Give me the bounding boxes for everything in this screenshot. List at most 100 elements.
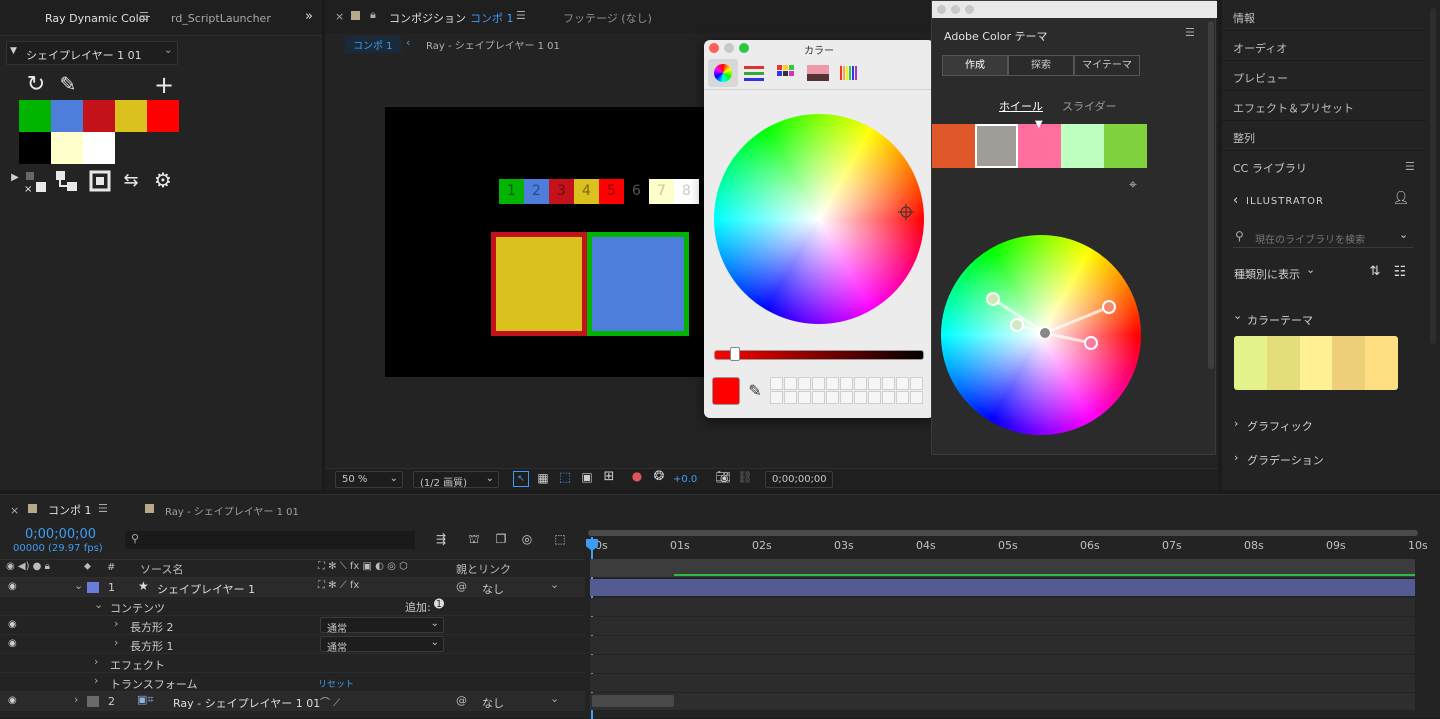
view-by-type[interactable]: 種類別に表示: [1234, 266, 1300, 282]
sort-icon[interactable]: ⇅: [1367, 264, 1383, 279]
viewer-timecode[interactable]: 0;00;00;00: [765, 471, 833, 488]
effects-label[interactable]: エフェクト: [110, 657, 165, 673]
swap-icon[interactable]: ⇆: [120, 170, 142, 191]
empty-swatch-cell[interactable]: [882, 377, 895, 390]
eye-icon[interactable]: ◉: [8, 619, 17, 630]
theme-swatch[interactable]: [1104, 124, 1147, 168]
camera-icon[interactable]: 📷︎: [715, 470, 731, 484]
chevron-right-icon[interactable]: ›: [94, 674, 98, 687]
graph-editor-icon[interactable]: ⬚: [551, 532, 569, 546]
wheel-crosshair-icon[interactable]: [898, 204, 914, 220]
theme-swatch[interactable]: [1018, 124, 1061, 168]
yellow-rectangle[interactable]: [491, 232, 587, 336]
tab-composition-label[interactable]: コンポジション: [389, 10, 466, 26]
color-theme-heading[interactable]: カラーテーマ: [1247, 312, 1313, 328]
layer1-switches[interactable]: ⛶ ✻ ⟋ fx: [318, 580, 359, 591]
chevron-down-icon[interactable]: ⌄: [74, 579, 83, 592]
fast-preview-icon[interactable]: ↖: [513, 471, 529, 487]
palette-swatch[interactable]: [19, 100, 51, 132]
empty-swatch-cell[interactable]: [812, 377, 825, 390]
search-input[interactable]: 現在のライブラリを検索: [1255, 231, 1365, 246]
timeline-tab-comp[interactable]: コンポ 1: [48, 502, 92, 518]
color-wheel-mode-icon[interactable]: [708, 59, 738, 87]
close-window-button[interactable]: [709, 43, 719, 53]
layer2-parent[interactable]: なし: [482, 695, 504, 711]
minimize-window-button[interactable]: [724, 43, 734, 53]
right-section-item[interactable]: 情報: [1222, 2, 1426, 31]
theme-swatch[interactable]: [1061, 124, 1104, 168]
color-theme-swatch[interactable]: [1234, 336, 1398, 390]
motion-blur-icon[interactable]: ◎: [518, 532, 536, 546]
image-palettes-mode-icon[interactable]: [806, 64, 830, 82]
library-search[interactable]: ⚲ 現在のライブラリを検索 ⌄: [1233, 226, 1413, 248]
harmony-handles[interactable]: [941, 235, 1141, 435]
palette-swatch[interactable]: [83, 100, 115, 132]
add-icon[interactable]: +: [152, 71, 176, 99]
layer1-name[interactable]: シェイプレイヤー 1: [157, 581, 255, 597]
harmony-color-wheel[interactable]: [941, 235, 1141, 435]
hierarchy-icon[interactable]: [55, 170, 79, 192]
panel-overflow-icon[interactable]: »: [305, 9, 313, 24]
rect1-blend-mode[interactable]: 通常 ⌄: [320, 636, 444, 654]
color-chip[interactable]: 5: [599, 179, 624, 204]
blue-rectangle[interactable]: [587, 232, 689, 336]
zoom-window-button[interactable]: [739, 43, 749, 53]
right-scrollbar[interactable]: [1430, 8, 1436, 344]
color-chip[interactable]: 3: [549, 179, 574, 204]
empty-swatch-cell[interactable]: [854, 391, 867, 404]
panel-menu-icon[interactable]: ☰: [1405, 160, 1415, 173]
pencil-icon[interactable]: ✎: [58, 72, 78, 96]
timeline-search-input[interactable]: ⚲: [125, 531, 415, 549]
chevron-down-icon[interactable]: ⌄: [550, 692, 559, 705]
empty-swatch-cell[interactable]: [812, 391, 825, 404]
window-close-button[interactable]: [937, 5, 946, 14]
empty-swatch-cell[interactable]: [770, 377, 783, 390]
add-label[interactable]: 追加:: [405, 599, 431, 615]
empty-swatch-cell[interactable]: [882, 391, 895, 404]
empty-swatch-cell[interactable]: [826, 391, 839, 404]
chevron-down-icon[interactable]: ⌄: [1306, 263, 1315, 276]
channel-icon[interactable]: ●: [629, 469, 645, 483]
empty-swatch-cell[interactable]: [840, 391, 853, 404]
layer-label-color[interactable]: [87, 696, 99, 707]
empty-swatch-cell[interactable]: [784, 391, 797, 404]
tab-my-themes[interactable]: マイテーマ: [1074, 55, 1140, 76]
pick-whip-icon[interactable]: @: [456, 694, 467, 707]
eye-icon[interactable]: ◉: [8, 638, 17, 649]
empty-swatch-cell[interactable]: [854, 377, 867, 390]
resolution-dropdown[interactable]: (1/2 画質) ⌄: [413, 471, 499, 489]
color-chip[interactable]: 6: [624, 179, 649, 204]
empty-swatch-cell[interactable]: [770, 391, 783, 404]
close-icon[interactable]: ×: [335, 10, 344, 23]
reset-link[interactable]: リセット: [318, 677, 354, 690]
palette-swatch[interactable]: [51, 100, 83, 132]
layer2-switches[interactable]: ⌒ ⟋: [320, 694, 340, 709]
eye-icon[interactable]: ◉: [8, 581, 17, 592]
mode-wheel[interactable]: ホイール: [999, 98, 1043, 114]
mask-visibility-icon[interactable]: ⬚: [557, 470, 573, 485]
chevron-right-icon[interactable]: ›: [74, 693, 78, 706]
remove-swatch-icon[interactable]: ×: [22, 172, 48, 192]
layer2-name[interactable]: Ray - シェイプレイヤー 1 01: [173, 695, 320, 711]
tab-menu-icon[interactable]: ☰: [139, 10, 149, 23]
lock-icon[interactable]: 🔒︎: [370, 8, 376, 22]
frame-icon[interactable]: [89, 170, 111, 192]
breadcrumb-layer[interactable]: Ray - シェイプレイヤー 1 01: [426, 37, 560, 52]
color-chip[interactable]: 2: [524, 179, 549, 204]
color-chip[interactable]: 4: [574, 179, 599, 204]
color-harmony-icon[interactable]: ⌖: [1124, 177, 1142, 193]
theme-swatch[interactable]: [932, 124, 975, 168]
color-management-icon[interactable]: ❂: [651, 469, 667, 484]
time-ruler[interactable]: 00s01s02s03s04s05s06s07s08s09s10s: [588, 537, 1428, 557]
palette-swatch[interactable]: [115, 100, 147, 132]
timeline-tab-layer[interactable]: Ray - シェイプレイヤー 1 01: [165, 503, 299, 518]
tab-menu-icon[interactable]: ☰: [98, 502, 108, 515]
rect1-label[interactable]: 長方形 1: [130, 638, 174, 654]
gradients-heading[interactable]: グラデーション: [1247, 452, 1324, 468]
rect2-label[interactable]: 長方形 2: [130, 619, 174, 635]
panel-menu-icon[interactable]: ☰: [1185, 26, 1195, 39]
empty-swatch-cell[interactable]: [826, 377, 839, 390]
tab-create[interactable]: 作成: [942, 55, 1008, 76]
window-zoom-button[interactable]: [965, 5, 974, 14]
right-section-item[interactable]: プレビュー: [1222, 62, 1426, 91]
